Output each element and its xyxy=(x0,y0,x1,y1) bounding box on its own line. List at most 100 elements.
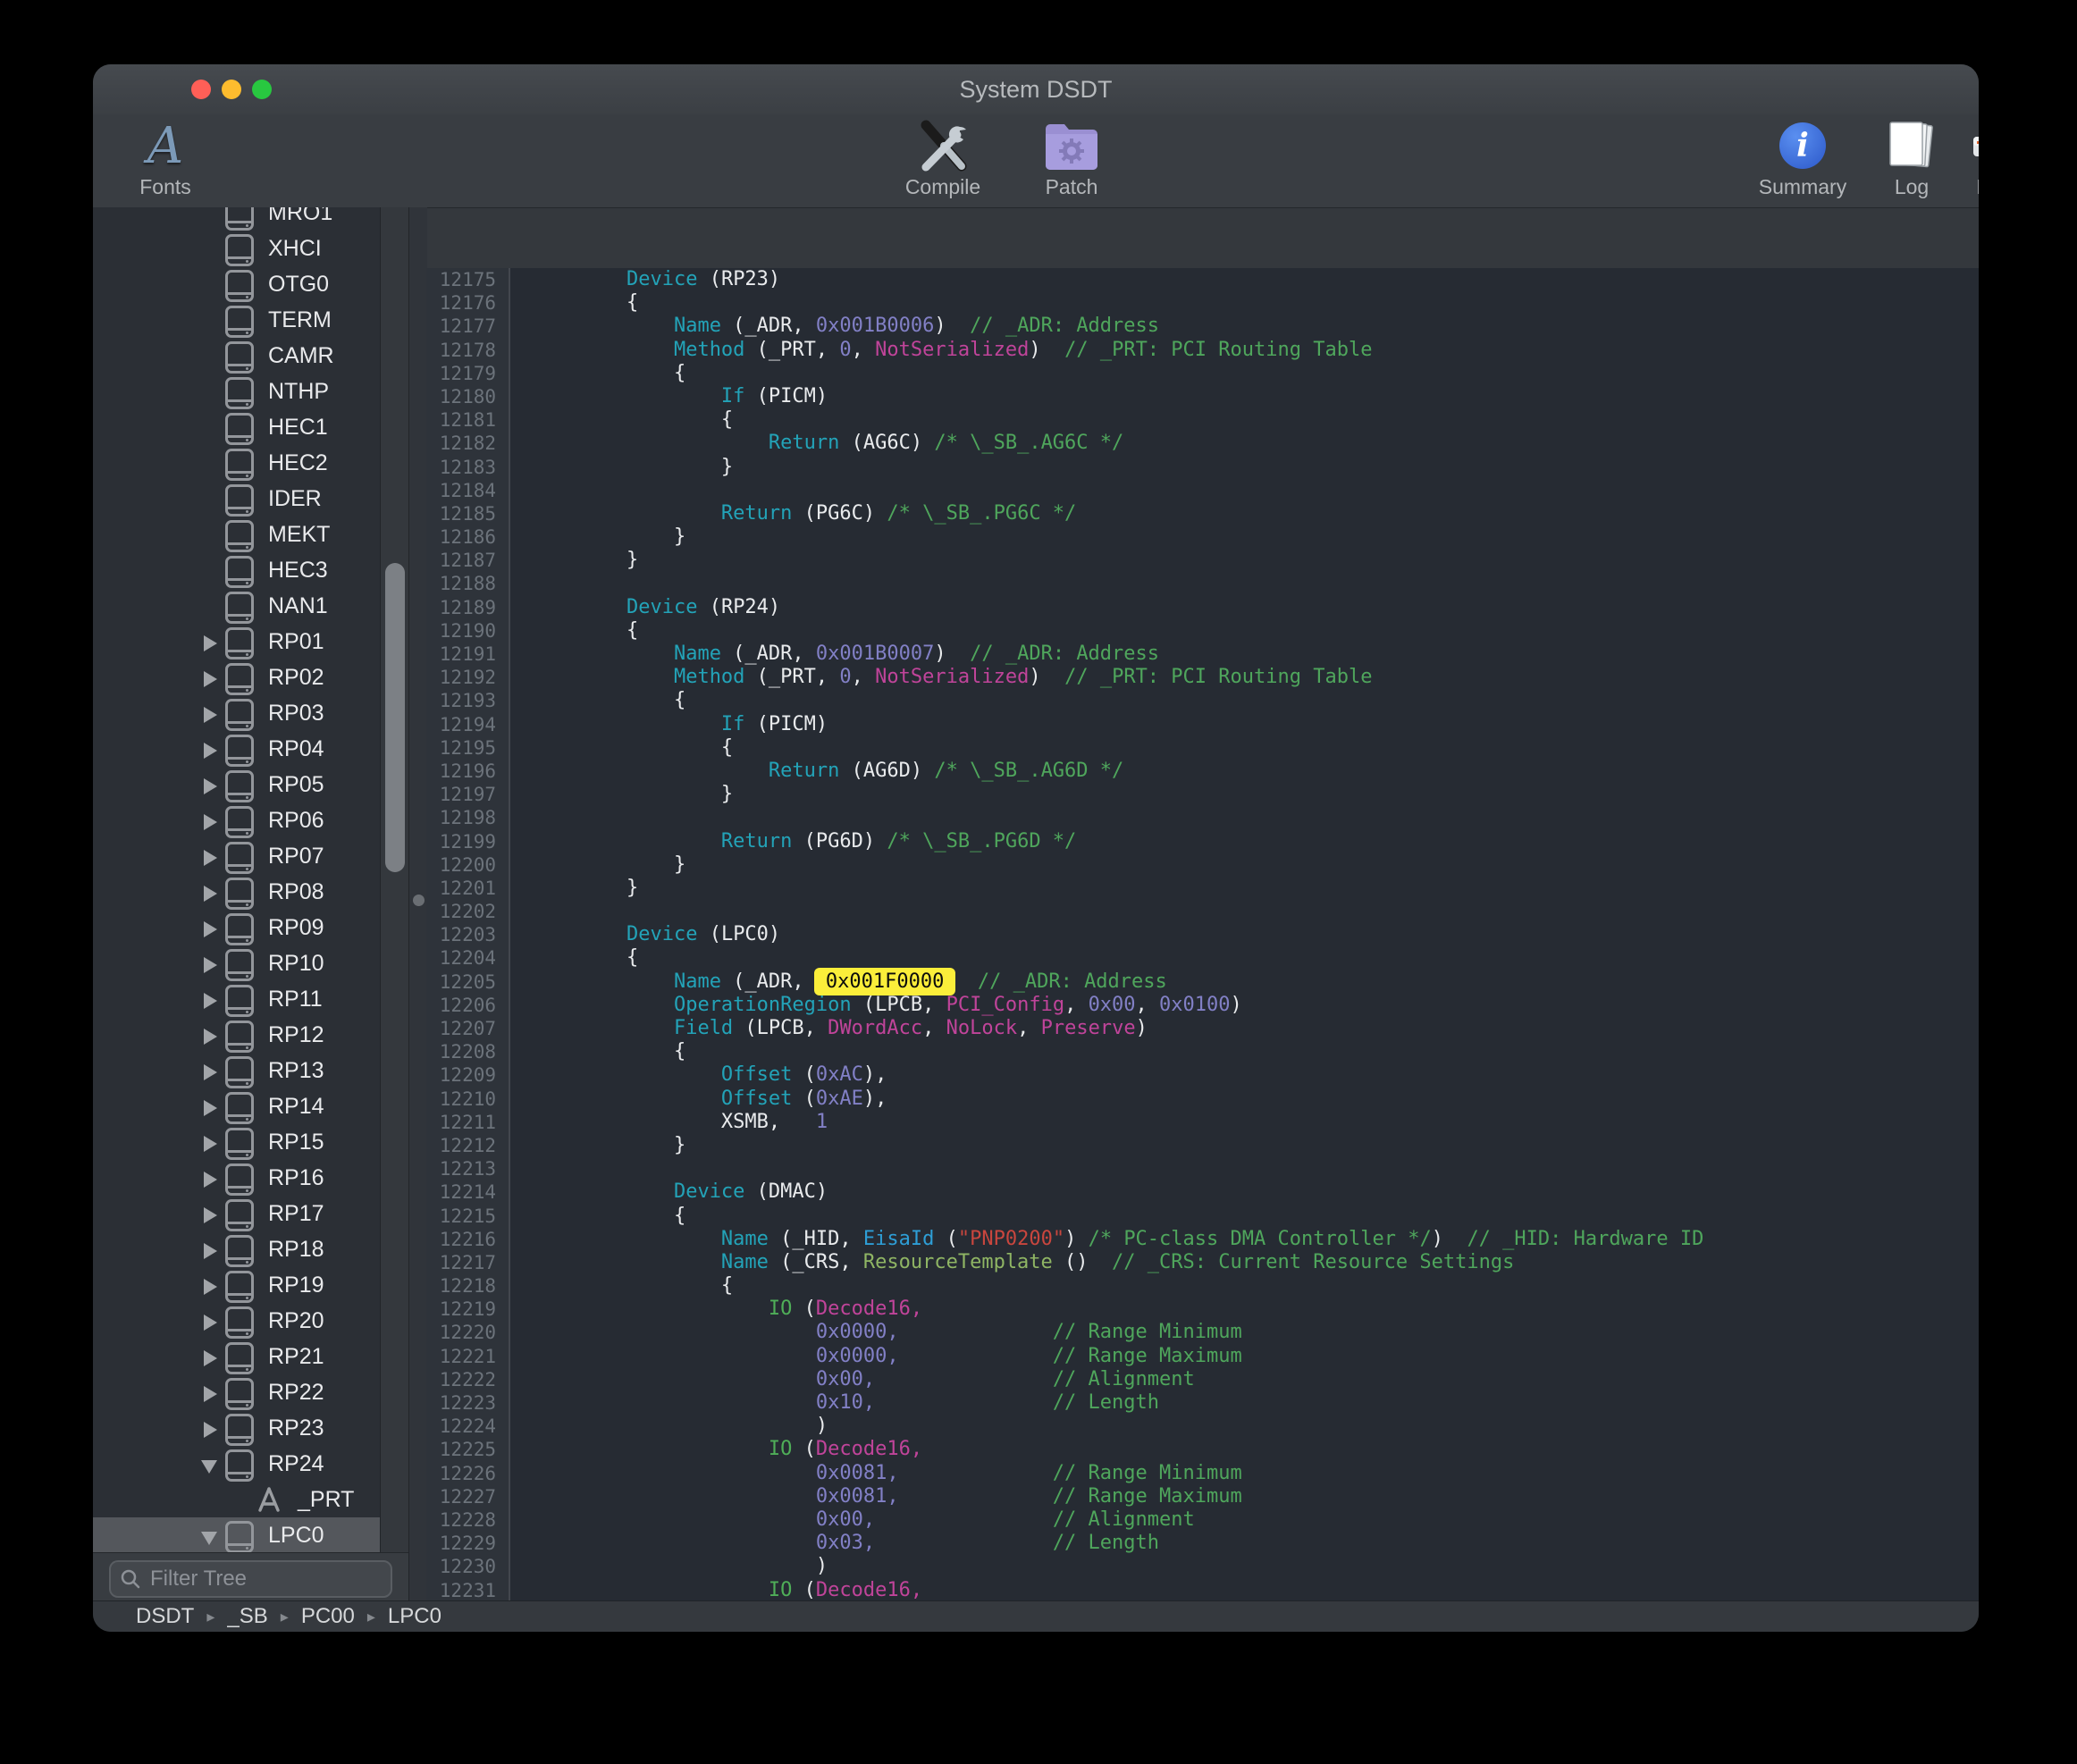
chevron-right-icon[interactable] xyxy=(204,1172,217,1188)
code-line[interactable]: 12202 xyxy=(426,900,1979,923)
sidebar-item-rp15[interactable]: RP15 xyxy=(93,1124,380,1160)
code-line[interactable]: 12176 { xyxy=(426,291,1979,315)
code-line[interactable]: 12214 Device (DMAC) xyxy=(426,1180,1979,1204)
code-line[interactable]: 12198 xyxy=(426,806,1979,829)
chevron-down-icon[interactable] xyxy=(201,1532,217,1545)
sidebar-item-_prt[interactable]: _PRT xyxy=(93,1482,380,1517)
code-line[interactable]: 12188 xyxy=(426,572,1979,595)
chevron-right-icon[interactable] xyxy=(204,1100,217,1116)
sidebar-item-hec3[interactable]: HEC3 xyxy=(93,552,380,588)
log-button[interactable]: Log xyxy=(1880,114,1943,207)
chevron-right-icon[interactable] xyxy=(204,778,217,794)
chevron-right-icon[interactable] xyxy=(204,1315,217,1331)
sidebar-item-rp02[interactable]: RP02 xyxy=(93,659,380,695)
sidebar-item-term[interactable]: TERM xyxy=(93,302,380,338)
chevron-down-icon[interactable] xyxy=(201,1460,217,1474)
code-line[interactable]: 12226 0x0081, // Range Minimum xyxy=(426,1462,1979,1485)
chevron-right-icon[interactable] xyxy=(204,1136,217,1152)
code-line[interactable]: 12228 0x00, // Alignment xyxy=(426,1508,1979,1532)
sidebar-item-hec2[interactable]: HEC2 xyxy=(93,445,380,481)
compile-button[interactable]: Compile xyxy=(885,114,1001,207)
code-line[interactable]: 12203 Device (LPC0) xyxy=(426,923,1979,946)
code-line[interactable]: 12199 Return (PG6D) /* \_SB_.PG6D */ xyxy=(426,830,1979,853)
sidebar-item-rp14[interactable]: RP14 xyxy=(93,1088,380,1124)
sidebar-item-lpc0[interactable]: LPC0 xyxy=(93,1517,380,1553)
sidebar-item-rp17[interactable]: RP17 xyxy=(93,1196,380,1231)
breadcrumb-item[interactable]: LPC0 xyxy=(388,1604,441,1629)
code-line[interactable]: 12178 Method (_PRT, 0, NotSerialized) //… xyxy=(426,339,1979,362)
sidebar-item-rp04[interactable]: RP04 xyxy=(93,731,380,767)
code-line[interactable]: 12224 ) xyxy=(426,1415,1979,1438)
code-line[interactable]: 12231 IO (Decode16, xyxy=(426,1579,1979,1602)
code-line[interactable]: 12189 Device (RP24) xyxy=(426,596,1979,619)
sidebar-item-mro1[interactable]: MRO1 xyxy=(93,207,380,231)
code-line[interactable]: 12219 IO (Decode16, xyxy=(426,1298,1979,1321)
code-line[interactable]: 12229 0x03, // Length xyxy=(426,1532,1979,1555)
sidebar-item-rp20[interactable]: RP20 xyxy=(93,1303,380,1339)
code-line[interactable]: 12217 Name (_CRS, ResourceTemplate () //… xyxy=(426,1251,1979,1274)
chevron-right-icon[interactable] xyxy=(204,1064,217,1080)
code-line[interactable]: 12182 Return (AG6C) /* \_SB_.AG6C */ xyxy=(426,432,1979,455)
chevron-right-icon[interactable] xyxy=(204,1422,217,1438)
code-line[interactable]: 12179 { xyxy=(426,362,1979,385)
sidebar-item-hec1[interactable]: HEC1 xyxy=(93,409,380,445)
sidebar-item-rp22[interactable]: RP22 xyxy=(93,1374,380,1410)
sidebar-item-xhci[interactable]: XHCI xyxy=(93,231,380,266)
code-line[interactable]: 12210 Offset (0xAE), xyxy=(426,1088,1979,1111)
breadcrumb-item[interactable]: _SB xyxy=(227,1604,267,1629)
code-line[interactable]: 12193 { xyxy=(426,689,1979,712)
print-button[interactable]: Print xyxy=(1957,114,1979,207)
code-line[interactable]: 12196 Return (AG6D) /* \_SB_.AG6D */ xyxy=(426,760,1979,783)
pane-divider[interactable] xyxy=(408,207,427,1601)
sidebar-item-rp18[interactable]: RP18 xyxy=(93,1231,380,1267)
sidebar-scrollbar-thumb[interactable] xyxy=(385,563,405,872)
summary-button[interactable]: i Summary xyxy=(1745,114,1861,207)
code-line[interactable]: 12183 } xyxy=(426,456,1979,479)
title-bar[interactable]: System DSDT xyxy=(93,64,1979,115)
sidebar-item-rp23[interactable]: RP23 xyxy=(93,1410,380,1446)
code-line[interactable]: 12213 xyxy=(426,1157,1979,1180)
code-line[interactable]: 12223 0x10, // Length xyxy=(426,1391,1979,1415)
chevron-right-icon[interactable] xyxy=(204,850,217,866)
breadcrumb-item[interactable]: PC00 xyxy=(301,1604,355,1629)
sidebar-item-rp05[interactable]: RP05 xyxy=(93,767,380,802)
code-line[interactable]: 12187 } xyxy=(426,549,1979,572)
code-line[interactable]: 12227 0x0081, // Range Maximum xyxy=(426,1485,1979,1508)
chevron-right-icon[interactable] xyxy=(204,921,217,937)
divider-handle-dot[interactable] xyxy=(413,895,425,906)
fonts-button[interactable]: A Fonts xyxy=(116,114,214,207)
chevron-right-icon[interactable] xyxy=(204,1386,217,1402)
code-line[interactable]: 12216 Name (_HID, EisaId ("PNP0200") /* … xyxy=(426,1228,1979,1251)
code-line[interactable]: 12181 { xyxy=(426,408,1979,432)
chevron-right-icon[interactable] xyxy=(204,1350,217,1366)
code-line[interactable]: 12211 XSMB, 1 xyxy=(426,1111,1979,1134)
sidebar-item-rp06[interactable]: RP06 xyxy=(93,802,380,838)
sidebar-item-rp09[interactable]: RP09 xyxy=(93,910,380,945)
code-line[interactable]: 12215 { xyxy=(426,1205,1979,1228)
code-line[interactable]: 12192 Method (_PRT, 0, NotSerialized) //… xyxy=(426,666,1979,689)
sidebar-item-rp11[interactable]: RP11 xyxy=(93,981,380,1017)
code-line[interactable]: 12194 If (PICM) xyxy=(426,713,1979,736)
code-line[interactable]: 12180 If (PICM) xyxy=(426,385,1979,408)
sidebar-item-nthp[interactable]: NTHP xyxy=(93,374,380,409)
sidebar-item-rp07[interactable]: RP07 xyxy=(93,838,380,874)
chevron-right-icon[interactable] xyxy=(204,993,217,1009)
code-line[interactable]: 12209 Offset (0xAC), xyxy=(426,1063,1979,1087)
code-line[interactable]: 12212 } xyxy=(426,1134,1979,1157)
chevron-right-icon[interactable] xyxy=(204,707,217,723)
sidebar-item-nan1[interactable]: NAN1 xyxy=(93,588,380,624)
sidebar-item-rp19[interactable]: RP19 xyxy=(93,1267,380,1303)
code-line[interactable]: 12207 Field (LPCB, DWordAcc, NoLock, Pre… xyxy=(426,1017,1979,1040)
code-line[interactable]: 12225 IO (Decode16, xyxy=(426,1438,1979,1461)
chevron-right-icon[interactable] xyxy=(204,814,217,830)
chevron-right-icon[interactable] xyxy=(204,635,217,651)
sidebar-item-otg0[interactable]: OTG0 xyxy=(93,266,380,302)
sidebar-item-rp08[interactable]: RP08 xyxy=(93,874,380,910)
code-line[interactable]: 12185 Return (PG6C) /* \_SB_.PG6C */ xyxy=(426,502,1979,525)
sidebar-item-camr[interactable]: CAMR xyxy=(93,338,380,374)
code-line[interactable]: 12220 0x0000, // Range Minimum xyxy=(426,1321,1979,1344)
sidebar-item-rp12[interactable]: RP12 xyxy=(93,1017,380,1053)
sidebar-item-mekt[interactable]: MEKT xyxy=(93,517,380,552)
code-line[interactable]: 12186 } xyxy=(426,525,1979,549)
chevron-right-icon[interactable] xyxy=(204,1207,217,1223)
